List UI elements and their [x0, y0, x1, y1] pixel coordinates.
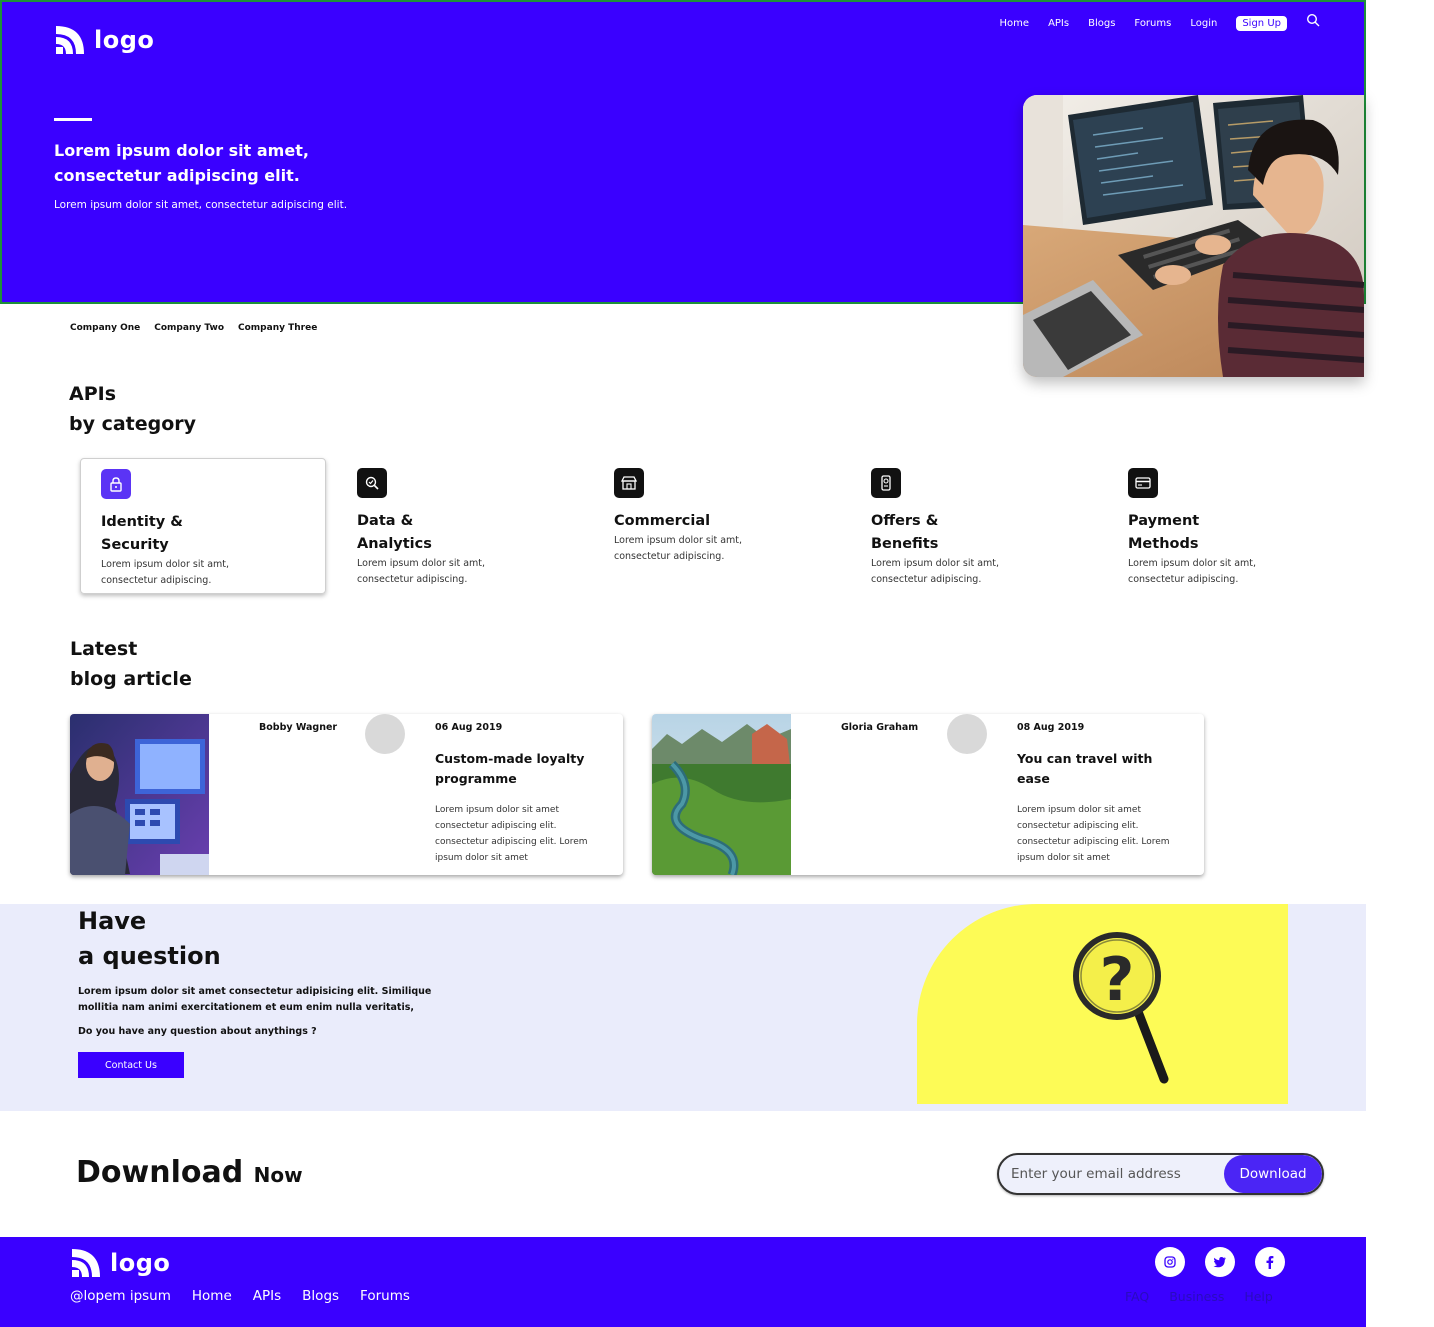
- footer-logo[interactable]: logo: [70, 1247, 170, 1279]
- avatar: [365, 714, 405, 754]
- blog-author: Bobby Wagner: [259, 722, 338, 733]
- instagram-icon[interactable]: [1155, 1247, 1185, 1277]
- category-desc: Lorem ipsum dolor sit amt, consectetur a…: [357, 558, 486, 585]
- social-links: [1155, 1247, 1285, 1277]
- blog-title[interactable]: You can travel with ease: [1017, 749, 1187, 789]
- blog-image-river: [652, 714, 791, 875]
- question-prompt: Do you have any question about anythings…: [78, 1026, 317, 1037]
- logo-text: logo: [110, 1249, 171, 1277]
- hero-image-developer: [1023, 95, 1364, 377]
- category-card-data[interactable]: Data & Analytics Lorem ipsum dolor sit a…: [337, 458, 583, 594]
- question-image-magnifier: ?: [917, 904, 1288, 1104]
- blog-card[interactable]: Bobby Wagner 06 Aug 2019 Custom-made loy…: [70, 714, 623, 875]
- question-title-line2: a question: [78, 942, 221, 970]
- nav-home[interactable]: Home: [1000, 18, 1030, 29]
- nav-blogs[interactable]: Blogs: [1088, 18, 1115, 29]
- signup-button[interactable]: Sign Up: [1236, 16, 1287, 31]
- search-icon[interactable]: [1306, 13, 1320, 27]
- download-title: Download Now: [76, 1155, 303, 1190]
- category-desc: Lorem ipsum dolor sit amt, consectetur a…: [871, 558, 1000, 585]
- company-one: Company One: [70, 323, 141, 333]
- company-three: Company Three: [238, 323, 318, 333]
- blog-title-line2: blog article: [70, 668, 192, 690]
- email-input[interactable]: [999, 1155, 1224, 1193]
- twitter-icon[interactable]: [1205, 1247, 1235, 1277]
- category-card-payment[interactable]: Payment Methods Lorem ipsum dolor sit am…: [1108, 458, 1354, 594]
- blog-excerpt: Lorem ipsum dolor sit amet consectetur a…: [1017, 805, 1170, 863]
- nav-forums[interactable]: Forums: [1134, 18, 1171, 29]
- apis-section-title: APIs by category: [69, 379, 196, 439]
- nav-login[interactable]: Login: [1190, 18, 1217, 29]
- blog-card[interactable]: Gloria Graham 08 Aug 2019 You can travel…: [652, 714, 1204, 875]
- footer-link-business[interactable]: Business: [1169, 1289, 1224, 1304]
- hero-subtitle: Lorem ipsum dolor sit amet, consectetur …: [54, 199, 348, 211]
- download-title-main: Download: [76, 1155, 244, 1190]
- company-two: Company Two: [154, 323, 225, 333]
- question-title: Have a question: [78, 904, 278, 974]
- blog-date: 06 Aug 2019: [435, 722, 503, 733]
- apis-title-line2: by category: [69, 413, 197, 435]
- download-form: Download: [997, 1153, 1324, 1195]
- footer-link-faq[interactable]: FAQ: [1125, 1289, 1149, 1304]
- category-desc: Lorem ipsum dolor sit amt, consectetur a…: [614, 535, 743, 562]
- card-icon: [1128, 468, 1158, 498]
- category-title: Commercial: [614, 513, 711, 529]
- footer-link-forums[interactable]: Forums: [360, 1288, 410, 1304]
- category-title: Data & Analytics: [357, 513, 432, 552]
- blog-section-title: Latest blog article: [70, 634, 192, 694]
- category-card-offers[interactable]: Offers & Benefits Lorem ipsum dolor sit …: [851, 458, 1097, 594]
- footer-right-links: FAQ Business Help: [1125, 1289, 1273, 1304]
- question-title-line1: Have: [78, 907, 147, 935]
- nav-apis[interactable]: APIs: [1048, 18, 1069, 29]
- lock-icon: [101, 469, 131, 499]
- top-nav: Home APIs Blogs Forums Login Sign Up: [1000, 13, 1320, 31]
- hero-title: Lorem ipsum dolor sit amet, consectetur …: [54, 141, 309, 185]
- store-icon: [614, 468, 644, 498]
- footer-links: @lopem ipsum Home APIs Blogs Forums: [70, 1288, 410, 1304]
- blog-date: 08 Aug 2019: [1017, 722, 1085, 733]
- blog-title-line1: Latest: [70, 638, 138, 660]
- footer-link-home[interactable]: Home: [192, 1288, 232, 1304]
- footer: logo @lopem ipsum Home APIs Blogs Forums…: [0, 1237, 1366, 1327]
- category-desc: Lorem ipsum dolor sit amt, consectetur a…: [1128, 558, 1257, 585]
- blog-title[interactable]: Custom-made loyalty programme: [435, 749, 605, 789]
- analytics-icon: [357, 468, 387, 498]
- category-title: Identity & Security: [101, 514, 183, 553]
- footer-link-apis[interactable]: APIs: [253, 1288, 281, 1304]
- category-card-identity[interactable]: Identity & Security Lorem ipsum dolor si…: [80, 458, 326, 594]
- blog-excerpt: Lorem ipsum dolor sit amet consectetur a…: [435, 805, 588, 863]
- hero-accent-bar: [54, 118, 92, 121]
- logo-text: logo: [94, 26, 155, 54]
- download-title-now: Now: [253, 1163, 303, 1187]
- offers-icon: [871, 468, 901, 498]
- avatar: [947, 714, 987, 754]
- footer-link-help[interactable]: Help: [1244, 1289, 1273, 1304]
- category-title: Offers & Benefits: [871, 513, 939, 552]
- site-logo[interactable]: logo: [54, 24, 154, 56]
- apis-title-line1: APIs: [69, 383, 117, 405]
- logo-icon: [72, 1249, 100, 1277]
- company-logos: Company One Company Two Company Three: [70, 323, 317, 333]
- category-title: Payment Methods: [1128, 513, 1200, 552]
- blog-author: Gloria Graham: [841, 722, 919, 733]
- footer-link-blogs[interactable]: Blogs: [302, 1288, 339, 1304]
- category-desc: Lorem ipsum dolor sit amt, consectetur a…: [101, 559, 230, 586]
- contact-us-button[interactable]: Contact Us: [78, 1052, 184, 1078]
- facebook-icon[interactable]: [1255, 1247, 1285, 1277]
- question-section: Have a question Lorem ipsum dolor sit am…: [0, 904, 1366, 1111]
- download-button[interactable]: Download: [1224, 1155, 1322, 1193]
- svg-text:?: ?: [1100, 945, 1135, 1015]
- footer-link-lorem[interactable]: @lopem ipsum: [70, 1288, 171, 1304]
- question-text: Lorem ipsum dolor sit amet consectetur a…: [78, 986, 432, 1013]
- logo-icon: [56, 26, 84, 54]
- category-card-commercial[interactable]: Commercial Lorem ipsum dolor sit amt, co…: [594, 458, 840, 594]
- blog-image-office: [70, 714, 209, 875]
